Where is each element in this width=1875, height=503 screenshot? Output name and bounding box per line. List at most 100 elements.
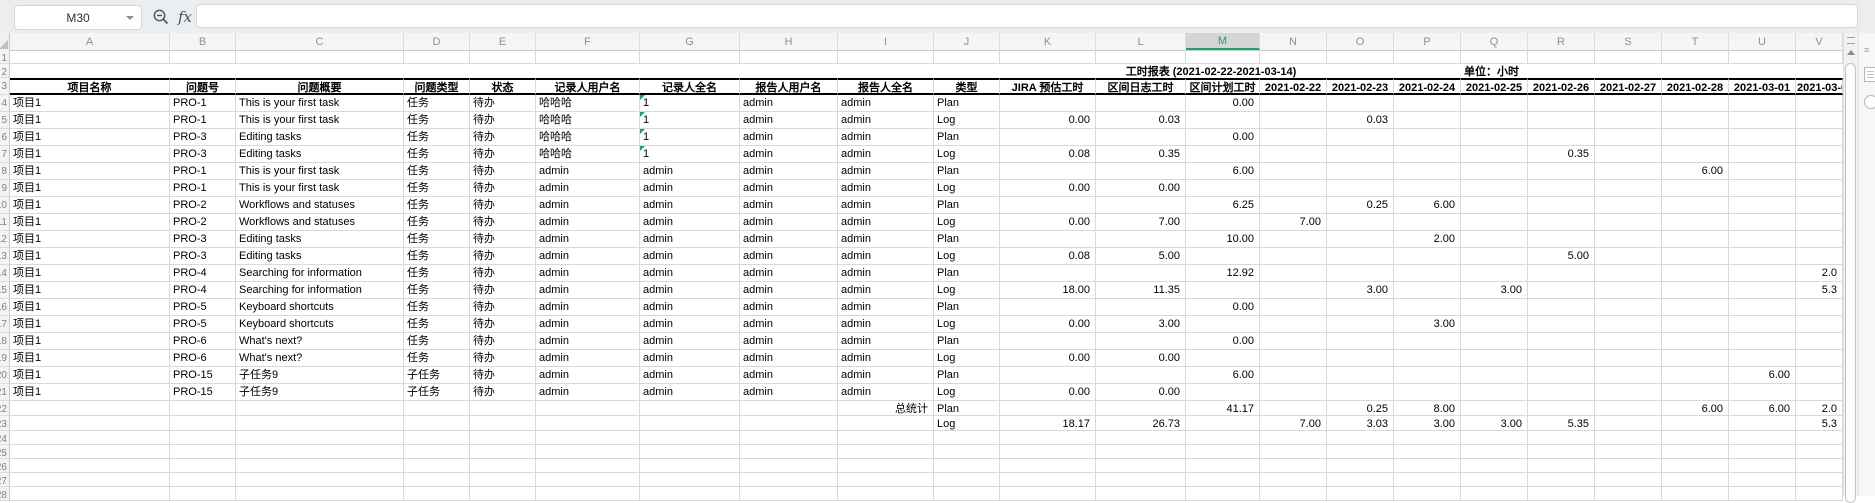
cell[interactable]: admin <box>536 282 640 299</box>
cell[interactable]: admin <box>838 197 934 214</box>
cell[interactable] <box>1796 50 1843 64</box>
cell[interactable] <box>1000 367 1096 384</box>
cell[interactable] <box>1796 299 1843 316</box>
cell[interactable]: 待办 <box>470 197 536 214</box>
column-header-J[interactable]: J <box>934 33 1000 50</box>
cell[interactable] <box>1394 333 1461 350</box>
cell[interactable] <box>1260 459 1327 473</box>
row-header[interactable]: 20 <box>0 367 10 384</box>
cell[interactable] <box>536 487 640 501</box>
cell[interactable] <box>1260 473 1327 487</box>
cell[interactable]: 0.00 <box>1000 350 1096 367</box>
cell[interactable]: admin <box>536 180 640 197</box>
cell[interactable] <box>1394 367 1461 384</box>
column-header-M[interactable]: M <box>1186 33 1260 50</box>
cell[interactable] <box>1260 316 1327 333</box>
cell[interactable]: 2.0 <box>1796 401 1843 416</box>
cell[interactable] <box>470 50 536 64</box>
row-header[interactable]: 14 <box>0 265 10 282</box>
cell[interactable]: 3.00 <box>1394 316 1461 333</box>
cell[interactable] <box>470 487 536 501</box>
cell[interactable] <box>1327 146 1394 163</box>
cell[interactable] <box>10 50 170 64</box>
cell[interactable]: admin <box>740 197 838 214</box>
cell[interactable] <box>236 487 404 501</box>
cell[interactable] <box>640 50 740 64</box>
row-header[interactable]: 10 <box>0 197 10 214</box>
cell[interactable] <box>1186 316 1260 333</box>
cell[interactable] <box>10 416 170 431</box>
cell[interactable] <box>10 459 170 473</box>
cell[interactable]: 任务 <box>404 129 470 146</box>
cell[interactable]: 0.08 <box>1000 146 1096 163</box>
cell[interactable] <box>1796 95 1843 112</box>
cell[interactable] <box>1528 95 1595 112</box>
cell[interactable] <box>1528 50 1595 64</box>
cell[interactable]: Plan <box>934 401 1000 416</box>
cell[interactable] <box>640 459 740 473</box>
cell[interactable]: admin <box>640 367 740 384</box>
cell[interactable]: admin <box>740 163 838 180</box>
cell[interactable]: PRO-3 <box>170 129 236 146</box>
cell[interactable]: admin <box>838 95 934 112</box>
cell[interactable] <box>1461 163 1528 180</box>
cell[interactable] <box>1528 445 1595 459</box>
cell[interactable]: Log <box>934 416 1000 431</box>
cell[interactable] <box>1260 401 1327 416</box>
cell[interactable] <box>1260 350 1327 367</box>
cell[interactable] <box>404 401 470 416</box>
cell[interactable]: admin <box>536 265 640 282</box>
cell[interactable] <box>740 445 838 459</box>
cell[interactable]: Log <box>934 248 1000 265</box>
cell[interactable]: 项目1 <box>10 299 170 316</box>
column-title[interactable]: 问题概要 <box>236 78 404 95</box>
cell[interactable]: admin <box>838 146 934 163</box>
cell[interactable]: admin <box>740 95 838 112</box>
cell[interactable]: 任务 <box>404 248 470 265</box>
cell[interactable] <box>1662 197 1729 214</box>
cell[interactable] <box>1394 163 1461 180</box>
row-header[interactable]: 13 <box>0 248 10 265</box>
report-title[interactable]: 工时报表 (2021-02-22-2021-03-14) <box>1096 64 1327 78</box>
cell[interactable] <box>1260 129 1327 146</box>
cell[interactable] <box>1729 299 1796 316</box>
cell[interactable] <box>1595 50 1662 64</box>
cell[interactable] <box>236 445 404 459</box>
cell[interactable] <box>1000 265 1096 282</box>
cell[interactable] <box>740 487 838 501</box>
cell[interactable]: Log <box>934 112 1000 129</box>
cell[interactable] <box>1096 95 1186 112</box>
cell[interactable]: 待办 <box>470 95 536 112</box>
cell[interactable]: 任务 <box>404 214 470 231</box>
row-header[interactable]: 28 <box>0 487 10 501</box>
cell[interactable]: admin <box>640 163 740 180</box>
cell[interactable]: admin <box>740 231 838 248</box>
cell[interactable] <box>404 416 470 431</box>
row-header[interactable]: 8 <box>0 163 10 180</box>
cell[interactable]: Workflows and statuses <box>236 197 404 214</box>
cell[interactable] <box>1461 350 1528 367</box>
cell[interactable] <box>1461 214 1528 231</box>
cell[interactable] <box>1260 197 1327 214</box>
cell[interactable]: 0.00 <box>1186 333 1260 350</box>
column-header-E[interactable]: E <box>470 33 536 50</box>
select-all-corner[interactable] <box>0 33 10 50</box>
cell[interactable] <box>1595 299 1662 316</box>
cell[interactable] <box>1595 350 1662 367</box>
cell[interactable]: 项目1 <box>10 231 170 248</box>
cell[interactable] <box>1662 282 1729 299</box>
cell[interactable] <box>838 50 934 64</box>
cell[interactable] <box>170 487 236 501</box>
cell[interactable]: admin <box>640 299 740 316</box>
cell[interactable] <box>1796 112 1843 129</box>
cell[interactable]: admin <box>838 384 934 401</box>
cell[interactable] <box>1528 401 1595 416</box>
cell[interactable]: Plan <box>934 95 1000 112</box>
cell[interactable] <box>1729 384 1796 401</box>
cell[interactable]: 项目1 <box>10 197 170 214</box>
cell[interactable] <box>1662 50 1729 64</box>
clock-icon[interactable] <box>1864 95 1875 109</box>
cell[interactable]: Log <box>934 316 1000 333</box>
cell[interactable] <box>1394 180 1461 197</box>
cell[interactable] <box>404 459 470 473</box>
